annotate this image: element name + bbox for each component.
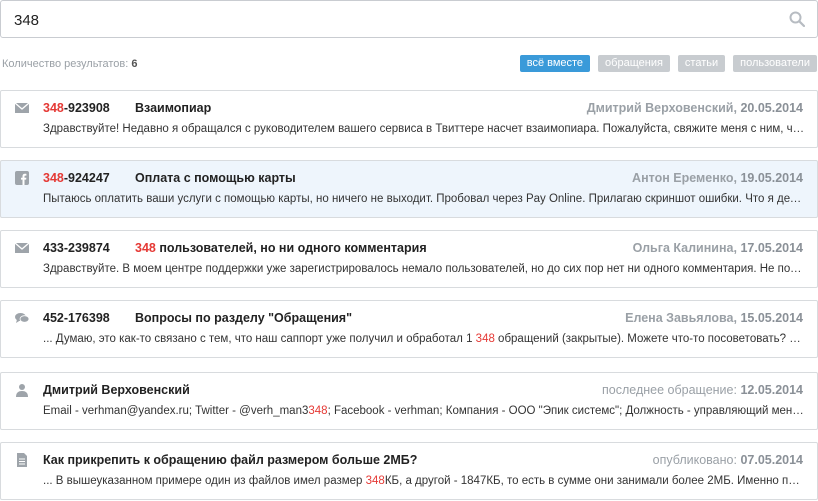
result-meta: Елена Завьялова, 15.05.2014: [625, 311, 803, 325]
snippet-match: 348: [308, 405, 328, 417]
result-date: 19.05.2014: [740, 171, 803, 185]
result-author: Дмитрий Верховенский: [586, 101, 734, 115]
result-card[interactable]: 348-924247 Оплата с помощью карты Антон …: [0, 160, 818, 218]
result-date: 15.05.2014: [740, 311, 803, 325]
result-meta: опубликовано: 07.05.2014: [653, 453, 803, 467]
result-title[interactable]: Вопросы по разделу "Обращения": [135, 311, 352, 325]
result-date: 17.05.2014: [740, 241, 803, 255]
ticket-number-rest: -924247: [63, 171, 110, 185]
results-count-label: Количество результатов:: [2, 58, 129, 70]
result-meta: Дмитрий Верховенский, 20.05.2014: [587, 101, 803, 115]
ticket-number[interactable]: 348-923908: [43, 101, 110, 115]
search-icon[interactable]: [789, 11, 805, 27]
result-author: Антон Еременко: [632, 171, 734, 185]
result-card[interactable]: 433-239874 348 пользователей, но ни одно…: [0, 230, 818, 288]
ticket-number-match: 348: [43, 171, 64, 185]
snippet-after: обращений (закрытые). Можете что-то посо…: [494, 333, 805, 345]
result-snippet: Здравствуйте. В моем центре поддержки уж…: [43, 263, 805, 275]
result-title[interactable]: Дмитрий Верховенский: [43, 383, 190, 397]
result-meta-label: последнее обращение:: [602, 383, 741, 397]
snippet-match: 348: [365, 475, 385, 487]
ticket-number[interactable]: 452-176398: [43, 311, 110, 325]
user-icon: [16, 384, 28, 397]
result-meta: Антон Еременко, 19.05.2014: [632, 171, 803, 185]
ticket-number-rest: -923908: [63, 101, 110, 115]
search-bar: [0, 0, 818, 38]
result-snippet: Email - verhman@yandex.ru; Twitter - @ve…: [43, 405, 805, 417]
ticket-number-match: 348: [43, 101, 64, 115]
result-meta: Ольга Калинина, 17.05.2014: [633, 241, 803, 255]
result-title[interactable]: 348 пользователей, но ни одного коммента…: [135, 241, 427, 255]
result-meta: последнее обращение: 12.05.2014: [602, 383, 803, 397]
result-date: 12.05.2014: [740, 383, 803, 397]
result-date: 07.05.2014: [740, 453, 803, 467]
document-icon: [17, 453, 27, 467]
snippet-after: ; Facebook - verhman; Компания - ООО "Эп…: [327, 405, 805, 417]
result-card[interactable]: 452-176398 Вопросы по разделу "Обращения…: [0, 300, 818, 358]
results-count-value: 6: [131, 58, 138, 70]
snippet-before: Email - verhman@yandex.ru; Twitter - @ve…: [43, 405, 309, 417]
ticket-number[interactable]: 433-239874: [43, 241, 110, 255]
result-author: Ольга Калинина: [632, 241, 734, 255]
chat-icon: [15, 313, 29, 323]
snippet-before: ... Думаю, это как-то связано с тем, что…: [43, 333, 476, 345]
filter-tabs: всё вместе обращения статьи пользователи: [519, 55, 817, 72]
result-title-match: 348: [135, 241, 156, 255]
result-snippet: Пытаюсь оплатить ваши услуги с помощью к…: [43, 193, 805, 205]
result-date: 20.05.2014: [740, 101, 803, 115]
result-title[interactable]: Оплата с помощью карты: [135, 171, 296, 185]
result-card[interactable]: 348-923908 Взаимопиар Дмитрий Верховенск…: [0, 90, 818, 148]
ticket-number[interactable]: 348-924247: [43, 171, 110, 185]
result-title-rest: пользователей, но ни одного комментария: [155, 241, 427, 255]
result-card[interactable]: Как прикрепить к обращению файл размером…: [0, 442, 818, 500]
snippet-match: 348: [475, 333, 495, 345]
search-input[interactable]: [14, 10, 754, 30]
filter-tickets[interactable]: обращения: [598, 55, 670, 72]
filter-articles[interactable]: статьи: [677, 55, 726, 72]
result-card[interactable]: Дмитрий Верховенский последнее обращение…: [0, 372, 818, 430]
facebook-icon: [15, 171, 29, 185]
result-meta-label: опубликовано:: [652, 453, 741, 467]
result-author: Елена Завьялова: [625, 311, 734, 325]
filter-users[interactable]: пользователи: [733, 55, 817, 72]
snippet-before: ... В вышеуказанном примере один из файл…: [43, 475, 366, 487]
result-snippet: ... В вышеуказанном примере один из файл…: [43, 475, 805, 487]
results-toolbar: Количество результатов: 6 всё вместе обр…: [0, 55, 818, 73]
result-title[interactable]: Взаимопиар: [135, 101, 211, 115]
mail-icon: [15, 102, 29, 113]
result-snippet: Здравствуйте! Недавно я обращался с руко…: [43, 123, 805, 135]
snippet-after: КБ, а другой - 1847КБ, то есть в сумме о…: [384, 475, 805, 487]
results-count: Количество результатов: 6: [2, 58, 138, 70]
result-snippet: ... Думаю, это как-то связано с тем, что…: [43, 333, 805, 345]
filter-all[interactable]: всё вместе: [519, 55, 591, 72]
result-title[interactable]: Как прикрепить к обращению файл размером…: [43, 453, 417, 467]
mail-icon: [15, 242, 29, 253]
